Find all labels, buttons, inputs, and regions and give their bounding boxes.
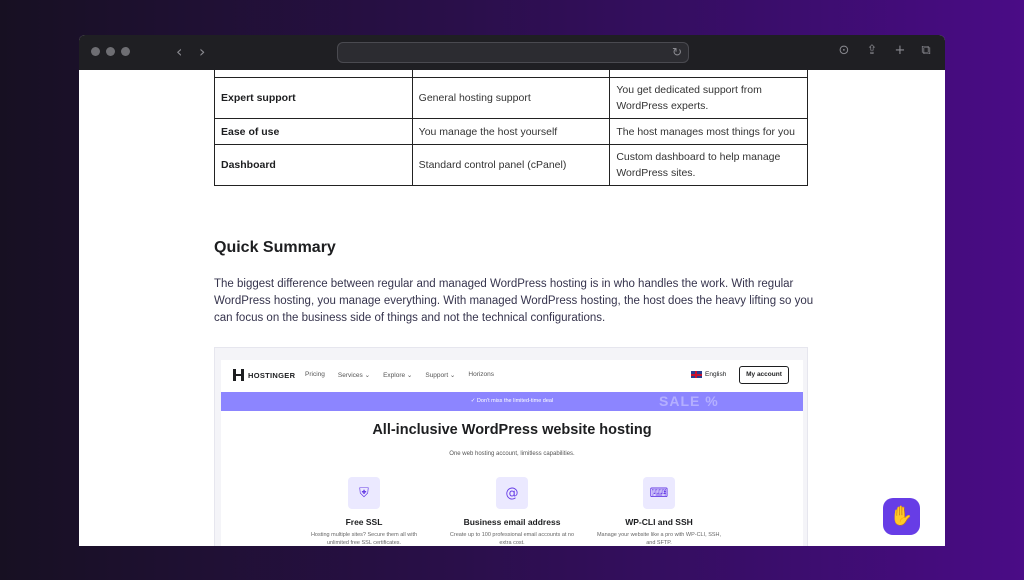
browser-toolbar: ‹ › ↻ ⊙ ⇪ + ⧉ bbox=[79, 35, 945, 70]
download-icon[interactable]: ⊙ bbox=[837, 44, 851, 58]
comparison-table: Expert support General hosting support Y… bbox=[214, 70, 808, 186]
browser-window: ‹ › ↻ ⊙ ⇪ + ⧉ Expert support General hos… bbox=[79, 35, 945, 546]
nav-link-explore: Explore ⌄ bbox=[383, 372, 413, 379]
table-cell: Expert support bbox=[214, 77, 413, 119]
feature-title: WP-CLI and SSH bbox=[625, 517, 693, 527]
table-cell bbox=[609, 70, 808, 78]
screenshot-page: HOSTINGER Pricing Services ⌄ Explore ⌄ S… bbox=[221, 360, 803, 546]
nav-link-support: Support ⌄ bbox=[425, 372, 456, 379]
promo-sale-graphic: SALE % bbox=[659, 393, 719, 409]
new-tab-icon[interactable]: + bbox=[893, 44, 907, 58]
feature-card: ⛨ Free SSL Hosting multiple sites? Secur… bbox=[294, 477, 434, 546]
feature-description: Create up to 100 professional email acco… bbox=[449, 532, 575, 546]
table-cell bbox=[411, 70, 611, 78]
promo-banner: ✓ Don't miss the limited-time deal SALE … bbox=[221, 392, 803, 411]
my-account-button: My account bbox=[739, 366, 789, 384]
table-cell: You get dedicated support from WordPress… bbox=[609, 77, 808, 119]
terminal-icon: ⌨ bbox=[643, 477, 675, 509]
waving-hand-icon[interactable]: ✋ bbox=[883, 498, 920, 535]
screenshot-navbar: HOSTINGER Pricing Services ⌄ Explore ⌄ S… bbox=[221, 360, 803, 390]
feature-description: Hosting multiple sites? Secure them all … bbox=[310, 532, 418, 546]
share-icon[interactable]: ⇪ bbox=[865, 44, 879, 58]
feature-description: Manage your website like a pro with WP-C… bbox=[596, 532, 722, 546]
screenshot-nav-links: Pricing Services ⌄ Explore ⌄ Support ⌄ H… bbox=[305, 371, 494, 379]
shield-icon: ⛨ bbox=[348, 477, 380, 509]
hero-subtitle: One web hosting account, limitless capab… bbox=[449, 451, 575, 457]
window-controls bbox=[91, 47, 130, 56]
minimize-window-button[interactable] bbox=[106, 47, 115, 56]
email-icon: @ bbox=[496, 477, 528, 509]
table-cell: The host manages most things for you bbox=[609, 118, 808, 145]
table-row: Dashboard Standard control panel (cPanel… bbox=[214, 144, 808, 186]
hostinger-logo: HOSTINGER bbox=[233, 369, 295, 381]
hostinger-screenshot: HOSTINGER Pricing Services ⌄ Explore ⌄ S… bbox=[214, 347, 808, 546]
table-cell: You manage the host yourself bbox=[411, 118, 611, 145]
table-cell: Ease of use bbox=[214, 118, 413, 145]
table-cell: Dashboard bbox=[214, 144, 413, 186]
uk-flag-icon bbox=[691, 371, 702, 378]
table-cell bbox=[214, 70, 413, 78]
brand-name: HOSTINGER bbox=[248, 370, 296, 380]
maximize-window-button[interactable] bbox=[121, 47, 130, 56]
hostinger-logo-icon bbox=[233, 369, 244, 381]
table-cell: Standard control panel (cPanel) bbox=[411, 144, 611, 186]
promo-text: ✓ Don't miss the limited-time deal bbox=[470, 398, 554, 404]
page-content: Expert support General hosting support Y… bbox=[79, 70, 945, 546]
tabs-overview-icon[interactable]: ⧉ bbox=[919, 44, 933, 58]
section-heading: Quick Summary bbox=[214, 239, 336, 256]
language-selector: English bbox=[691, 371, 726, 378]
nav-link-services: Services ⌄ bbox=[337, 372, 371, 379]
table-cell: General hosting support bbox=[411, 77, 611, 119]
close-window-button[interactable] bbox=[91, 47, 100, 56]
feature-title: Free SSL bbox=[345, 517, 383, 527]
chevron-right-icon[interactable]: › bbox=[199, 43, 205, 61]
table-row bbox=[214, 70, 808, 78]
hero-title: All-inclusive WordPress website hosting bbox=[372, 422, 652, 438]
feature-card: @ Business email address Create up to 10… bbox=[442, 477, 582, 546]
feature-card: ⌨ WP-CLI and SSH Manage your website lik… bbox=[589, 477, 729, 546]
address-bar[interactable]: ↻ bbox=[337, 42, 689, 63]
chevron-left-icon[interactable]: ‹ bbox=[176, 43, 182, 61]
table-row: Expert support General hosting support Y… bbox=[214, 77, 808, 119]
nav-link-pricing: Pricing bbox=[305, 371, 325, 378]
feature-title: Business email address bbox=[463, 517, 561, 527]
table-row: Ease of use You manage the host yourself… bbox=[214, 118, 808, 145]
table-cell: Custom dashboard to help manage WordPres… bbox=[609, 144, 808, 186]
summary-paragraph: The biggest difference between regular a… bbox=[214, 278, 814, 324]
language-label: English bbox=[705, 371, 727, 378]
reload-icon[interactable]: ↻ bbox=[672, 45, 682, 59]
nav-link-horizons: Horizons bbox=[468, 371, 495, 378]
